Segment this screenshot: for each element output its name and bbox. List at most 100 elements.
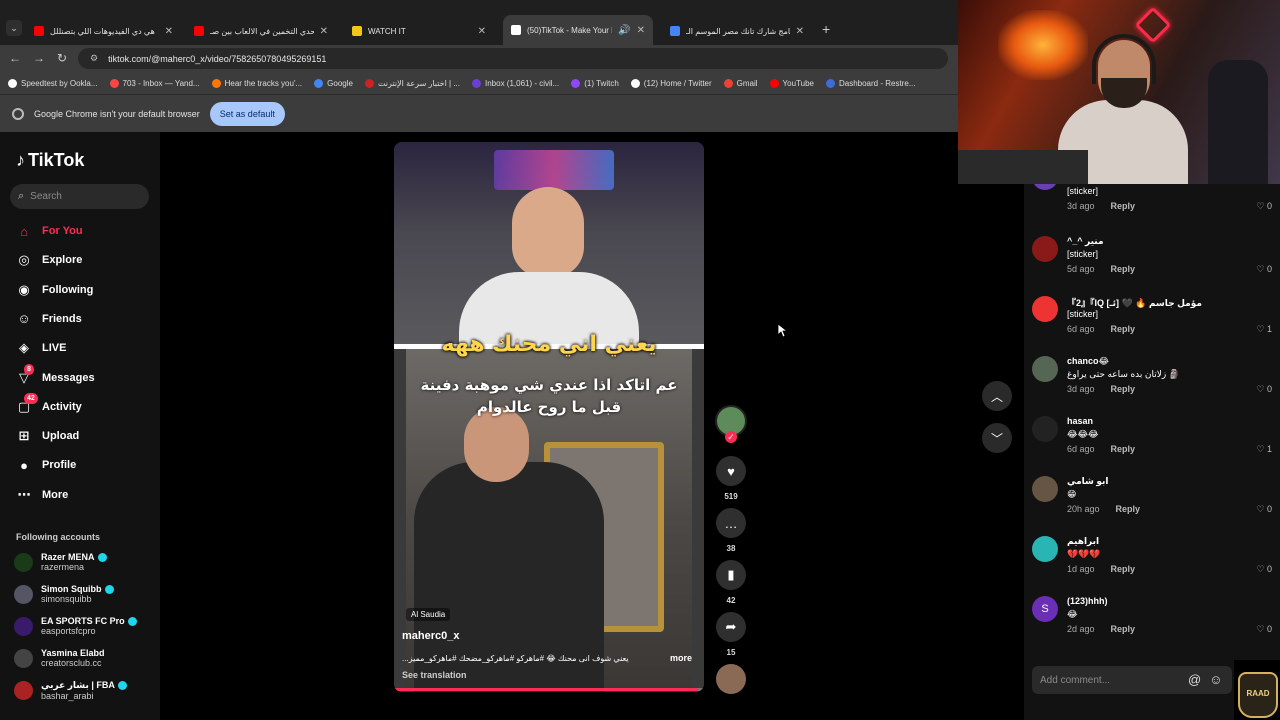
following-account[interactable]: بشار عربي | FBA bashar_arabi: [14, 676, 154, 704]
nav-item-more[interactable]: ⋯ More: [16, 485, 69, 505]
reply-button[interactable]: Reply: [1111, 324, 1136, 334]
like-action[interactable]: ♥ 519: [716, 456, 746, 501]
speaker-icon[interactable]: 🔊: [618, 25, 630, 36]
nav-item-following[interactable]: ◉ Following: [16, 280, 93, 300]
bookmark-item[interactable]: Inbox (1,061) - civil...: [472, 78, 559, 88]
close-tab-icon[interactable]: ✕: [478, 26, 486, 37]
video-player[interactable]: يعني اني محنك ههه عم اتاكد اذا عندي شي م…: [394, 142, 704, 692]
browser-tab[interactable]: تحدي التخمين في الالعاب بين صـ ✕: [186, 17, 336, 45]
comment-action[interactable]: … 38: [716, 508, 746, 553]
comment-avatar[interactable]: [1032, 416, 1058, 442]
bookmark-item[interactable]: Hear the tracks you'...: [211, 78, 302, 88]
bookmark-item[interactable]: اختبار سرعة الإنترنت | ...: [364, 78, 460, 88]
save-action[interactable]: ▮ 42: [716, 560, 746, 605]
browser-tab[interactable]: WATCH IT ✕: [344, 17, 494, 45]
following-account[interactable]: Yasmina Elabd creatorsclub.cc: [14, 644, 154, 672]
comment-like[interactable]: ♡ 1: [1256, 324, 1272, 335]
comment-like[interactable]: ♡ 0: [1256, 384, 1272, 395]
reply-button[interactable]: Reply: [1111, 264, 1136, 274]
chevron-up-icon[interactable]: ︿: [982, 381, 1012, 411]
bookmark-item[interactable]: Speedtest by Ookla...: [8, 78, 98, 88]
nav-item-profile[interactable]: ● Profile: [16, 455, 76, 475]
browser-tab[interactable]: هي دي الفيديوهات اللي بتصنللل ✕: [26, 17, 181, 45]
heart-icon[interactable]: ♥: [716, 456, 746, 486]
nav-item-messages[interactable]: ▽ 8 Messages: [16, 363, 95, 388]
nav-item-live[interactable]: ◈ LIVE: [16, 338, 66, 358]
comment-like[interactable]: ♡ 0: [1256, 504, 1272, 515]
emoji-icon[interactable]: ☺: [1209, 672, 1222, 687]
address-bar[interactable]: ⚙ tiktok.com/@maherc0_x/video/7582650780…: [78, 48, 948, 69]
reload-icon[interactable]: ↻: [53, 49, 71, 67]
nav-item-activity[interactable]: ▢ 42 Activity: [16, 392, 82, 417]
browser-tab[interactable]: (50)TikTok - Make Your Day 🔊 ✕: [503, 15, 653, 45]
mention-icon[interactable]: @: [1188, 672, 1201, 687]
comment-author[interactable]: ابراهيم: [1067, 536, 1099, 547]
sound-avatar[interactable]: [716, 664, 746, 694]
bookmark-item[interactable]: Dashboard - Restre...: [825, 78, 915, 88]
reply-button[interactable]: Reply: [1111, 444, 1136, 454]
set-as-default-button[interactable]: Set as default: [209, 101, 285, 126]
comment-author[interactable]: ابو شامي: [1067, 476, 1109, 487]
comment-icon[interactable]: …: [716, 508, 746, 538]
comment-avatar[interactable]: S: [1032, 596, 1058, 622]
reply-button[interactable]: Reply: [1111, 624, 1136, 634]
share-action[interactable]: ➦ 15: [716, 612, 746, 657]
comment-avatar[interactable]: [1032, 356, 1058, 382]
bookmark-item[interactable]: Gmail: [723, 78, 758, 88]
video-progress-bar[interactable]: [394, 688, 704, 691]
video-caption-middle: عم اتاكد اذا عندي شي موهبة دفينة قبل ما …: [420, 376, 678, 416]
comment-avatar[interactable]: [1032, 236, 1058, 262]
close-tab-icon[interactable]: ✕: [320, 26, 328, 37]
nav-label: Profile: [42, 459, 77, 472]
new-tab-button[interactable]: +: [822, 21, 830, 37]
following-account[interactable]: Simon Squibb simonsquibb: [14, 580, 154, 608]
comment-like[interactable]: ♡ 0: [1256, 264, 1272, 275]
reply-button[interactable]: Reply: [1111, 564, 1136, 574]
close-tab-icon[interactable]: ✕: [165, 26, 173, 37]
comment-avatar[interactable]: [1032, 536, 1058, 562]
nav-item-for-you[interactable]: ⌂ For You: [16, 221, 82, 241]
comment-author[interactable]: ^_^ منير: [1067, 236, 1104, 247]
comment-like[interactable]: ♡ 0: [1256, 201, 1272, 212]
share-icon[interactable]: ➦: [716, 612, 746, 642]
bookmark-item[interactable]: (1) Twitch: [571, 78, 619, 88]
bookmark-item[interactable]: YouTube: [769, 78, 814, 88]
reply-button[interactable]: Reply: [1111, 384, 1136, 394]
bookmark-item[interactable]: (12) Home / Twitter: [630, 78, 712, 88]
comment-author[interactable]: (123)hhh): [1067, 596, 1108, 606]
site-info-icon[interactable]: ⚙: [90, 53, 98, 64]
following-account[interactable]: EA SPORTS FC Pro easportsfcpro: [14, 612, 154, 640]
reply-button[interactable]: Reply: [1116, 504, 1141, 514]
tab-search-icon[interactable]: ⌄: [6, 20, 22, 36]
nav-item-explore[interactable]: ◎ Explore: [16, 250, 82, 270]
back-icon[interactable]: ←: [6, 49, 24, 67]
comment-like[interactable]: ♡ 1: [1256, 444, 1272, 455]
bookmark-item[interactable]: Google: [314, 78, 353, 88]
close-tab-icon[interactable]: ✕: [796, 26, 804, 37]
following-account[interactable]: Razer MENA razermena: [14, 548, 154, 576]
comment-like[interactable]: ♡ 0: [1256, 564, 1272, 575]
comment-author[interactable]: hasan: [1067, 416, 1093, 426]
see-translation-link[interactable]: See translation: [402, 670, 467, 680]
bookmark-item[interactable]: 703 - Inbox — Yand...: [109, 78, 200, 88]
search-input[interactable]: ⌕ Search: [10, 184, 149, 209]
comment-avatar[interactable]: [1032, 184, 1058, 190]
nav-item-friends[interactable]: ☺ Friends: [16, 309, 81, 329]
chevron-down-icon[interactable]: ﹀: [982, 423, 1012, 453]
bookmark-icon[interactable]: ▮: [716, 560, 746, 590]
headset-icon: [1092, 34, 1156, 84]
comment-avatar[interactable]: [1032, 296, 1058, 322]
comment-like[interactable]: ♡ 0: [1256, 624, 1272, 635]
tiktok-logo[interactable]: ♪ TikTok: [16, 150, 84, 171]
video-username[interactable]: maherc0_x: [402, 630, 460, 642]
comment-avatar[interactable]: [1032, 476, 1058, 502]
nav-item-upload[interactable]: ⊞ Upload: [16, 426, 80, 446]
comment-author[interactable]: chanco😂: [1067, 356, 1109, 367]
forward-icon[interactable]: →: [30, 49, 48, 67]
follow-plus-icon[interactable]: ✓: [725, 431, 737, 443]
comment-author[interactable]: 『2』『IQ مؤمل جاسم 🔥 🖤 [ئـ]: [1067, 296, 1202, 309]
browser-tab[interactable]: برنامج شارك تانك مصر الموسم الـ ✕: [662, 17, 812, 45]
reply-button[interactable]: Reply: [1111, 201, 1136, 211]
description-more-button[interactable]: more: [670, 653, 692, 663]
close-tab-icon[interactable]: ✕: [637, 25, 645, 36]
